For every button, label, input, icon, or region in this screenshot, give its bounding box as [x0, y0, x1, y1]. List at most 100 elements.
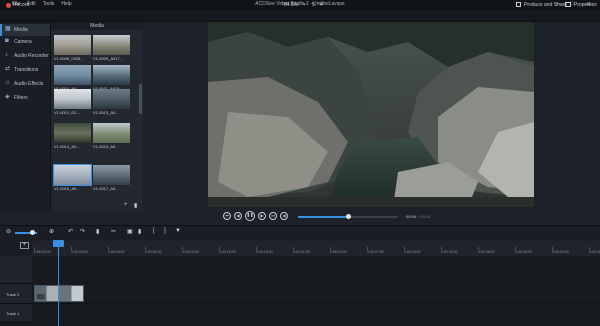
media-bin: Media V1-0008_0028... V1-0009_A017... V1…	[51, 22, 143, 211]
sidebar-item-label: Media	[14, 27, 28, 33]
split-icon[interactable]: ▮	[96, 228, 99, 235]
thumbnail-image	[93, 89, 130, 109]
media-thumb[interactable]: V1-0013_A0...	[93, 89, 130, 117]
sidebar-item-label: Transitions	[14, 67, 39, 73]
timeline-clip[interactable]	[34, 285, 84, 302]
marker-icon[interactable]: ▼	[175, 228, 181, 234]
thumbnail-image	[93, 123, 130, 143]
ruler-label: 0:00:18:00	[256, 250, 273, 254]
sidebar-item-audio-effects[interactable]: ♫ Audio Effects	[0, 78, 50, 90]
track-header-empty	[0, 256, 32, 284]
track-header-track-1[interactable]: Track 1	[0, 304, 32, 323]
thumbnail-image	[54, 35, 91, 55]
window-title: ACDSee Video Studio 3 - Untitled.avspe	[255, 1, 345, 7]
media-thumb[interactable]: V1-0014_A0...	[54, 123, 91, 151]
step-forward-icon[interactable]: ▶	[258, 212, 266, 220]
zoom-in-icon[interactable]: ⊕	[49, 228, 54, 235]
thumb-caption: V1-0017_A0...	[93, 186, 119, 191]
media-thumb[interactable]: V1-0017_A0...	[93, 165, 130, 193]
sidebar-item-camera[interactable]: ◙ Camera	[0, 36, 50, 48]
media-thumb-selected[interactable]: V1-0016_A0...	[53, 164, 92, 193]
sidebar-item-label: Audio Effects	[14, 81, 44, 87]
loop-icon[interactable]: ◀	[280, 212, 288, 220]
sidebar-item-audio-recorder[interactable]: ♪ Audio Recorder	[0, 50, 50, 62]
ruler-label: 0:00:21:00	[293, 250, 310, 254]
trash-icon[interactable]: ▮	[134, 202, 137, 209]
ruler-label: 0:00:24:00	[330, 250, 347, 254]
cut-icon[interactable]: ✂	[111, 228, 116, 235]
properties-icon	[565, 2, 571, 7]
thumb-caption: V1-0016_A0...	[54, 186, 80, 191]
mark-in-icon[interactable]: [	[153, 228, 155, 234]
playhead-line	[58, 240, 59, 326]
media-scrollbar[interactable]	[139, 84, 142, 114]
thumb-caption: V1-0008_0028...	[54, 56, 84, 61]
track-name: Track 1	[6, 311, 20, 316]
thumb-caption: V1-0015_A0...	[93, 144, 119, 149]
camera-icon: ◙	[5, 38, 9, 44]
ruler-label: 0:00:45:00	[589, 250, 600, 254]
add-media-icon[interactable]: +	[124, 202, 128, 208]
track-row-track-2[interactable]	[33, 284, 600, 304]
go-to-start-icon[interactable]: ⏮	[223, 212, 231, 220]
step-back-icon[interactable]: ◀	[234, 212, 242, 220]
microphone-icon: ♪	[5, 52, 8, 58]
thumbnail-image	[93, 35, 130, 55]
media-thumb[interactable]: V1-0012_D2...	[54, 89, 91, 117]
progress-fill	[298, 216, 348, 218]
ruler-label: 0:00:27:00	[367, 250, 384, 254]
timeline-zoom-handle[interactable]	[30, 230, 35, 235]
media-thumb[interactable]: V1-0009_A017...	[93, 35, 130, 63]
record-button[interactable]: Record	[13, 2, 29, 8]
thumbnail-image	[54, 123, 91, 143]
timeline-toolbar	[0, 225, 600, 240]
sidebar-item-label: Audio Recorder	[14, 53, 49, 59]
undo-icon[interactable]: ↶	[68, 228, 73, 235]
thumb-caption: V1-0014_A0...	[54, 144, 80, 149]
thumbnail-image	[93, 65, 130, 85]
mark-out-icon[interactable]: ]	[164, 228, 166, 234]
sidebar-item-media[interactable]: ▦ Media	[0, 24, 50, 36]
thumbnail-image	[53, 164, 92, 186]
sidebar: ▦ Media ◙ Camera ♪ Audio Recorder ⇄ Tran…	[0, 22, 51, 211]
track-row-track-1[interactable]	[33, 304, 600, 323]
delete-icon[interactable]: ▮	[138, 228, 141, 235]
add-track-button[interactable]: +	[20, 242, 29, 249]
audio-effects-icon: ♫	[5, 80, 10, 86]
chevron-down-icon[interactable]: ▾	[303, 2, 306, 8]
ruler-label: 0:00:15:00	[219, 250, 236, 254]
record-icon[interactable]	[6, 3, 11, 8]
media-thumb[interactable]: V1-0008_0028...	[54, 35, 91, 63]
properties-button[interactable]: Properties	[574, 2, 597, 8]
fit-icon[interactable]: 5	[312, 2, 315, 8]
play-pause-button[interactable]: ❚❚	[245, 211, 255, 221]
media-bin-title: Media	[51, 22, 143, 30]
thumbnail-image	[54, 89, 91, 109]
thumb-caption: V1-0012_D2...	[54, 110, 80, 115]
go-to-end-icon[interactable]: ⏭	[269, 212, 277, 220]
ruler-label: 0:00:00:00	[34, 250, 51, 254]
chevron-down-icon[interactable]: ▾	[320, 2, 323, 8]
thumbnail-image	[93, 165, 130, 185]
zoom-value[interactable]: 84.5%	[284, 2, 298, 8]
ruler-label: 0:00:09:00	[145, 250, 162, 254]
copy-icon[interactable]: ▣	[127, 228, 133, 235]
total-time: / 00:18	[418, 214, 431, 219]
sidebar-item-filters[interactable]: ◈ Filters	[0, 92, 50, 104]
produce-icon	[516, 2, 521, 7]
media-thumb[interactable]: V1-0015_A0...	[93, 123, 130, 151]
ruler-label: 0:00:30:00	[404, 250, 421, 254]
sidebar-item-transitions[interactable]: ⇄ Transitions	[0, 64, 50, 76]
thumbnail-image	[54, 65, 91, 85]
produce-and-share-button[interactable]: Produce and Share	[524, 2, 567, 8]
filters-icon: ◈	[5, 94, 10, 100]
progress-handle[interactable]	[345, 214, 351, 219]
video-preview[interactable]	[208, 22, 534, 207]
zoom-out-icon[interactable]: ⊖	[6, 228, 11, 235]
redo-icon[interactable]: ↷	[80, 228, 85, 235]
track-header-track-2[interactable]: Track 2	[0, 284, 32, 304]
playhead-handle[interactable]	[53, 240, 64, 247]
main-toolbar	[0, 10, 600, 22]
ruler-label: 0:00:03:00	[71, 250, 88, 254]
transitions-icon: ⇄	[5, 66, 11, 72]
